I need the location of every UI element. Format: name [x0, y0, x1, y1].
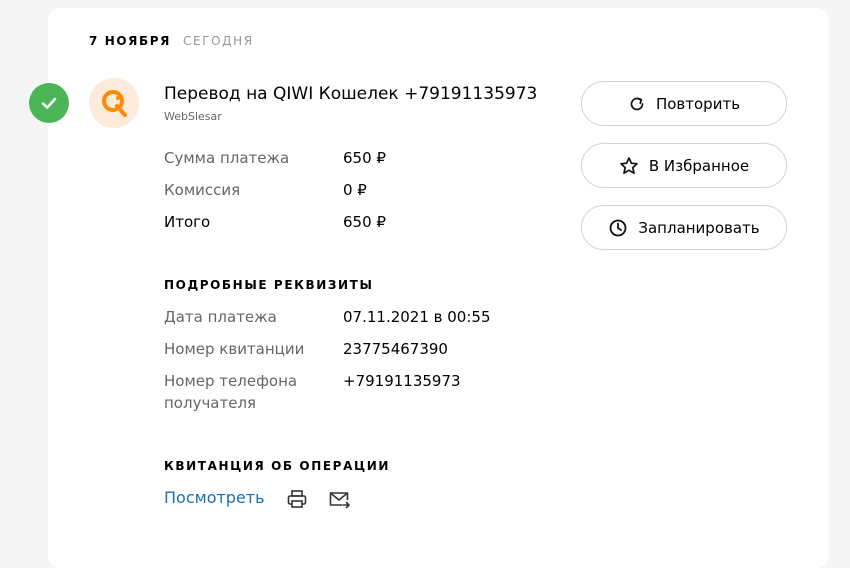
recipient-phone-value: +79191135973	[343, 372, 461, 390]
payment-date-label: Дата платежа	[164, 308, 277, 326]
star-icon	[620, 156, 638, 174]
favorite-button-label: В Избранное	[648, 156, 750, 175]
details-heading: ПОДРОБНЫЕ РЕКВИЗИТЫ	[164, 278, 374, 292]
receipt-heading: КВИТАНЦИЯ ОБ ОПЕРАЦИИ	[164, 459, 390, 473]
recipient-phone-label: Номер телефона получателя	[164, 372, 298, 412]
amount-label: Сумма платежа	[164, 149, 290, 167]
total-label: Итого	[164, 213, 211, 231]
payment-date-value: 07.11.2021 в 00:55	[343, 308, 491, 326]
schedule-button[interactable]: Запланировать	[581, 205, 787, 250]
payment-title: Перевод на QIWI Кошелек +79191135973	[164, 84, 538, 104]
amount-value: 650 ₽	[343, 149, 386, 167]
receipt-number-label: Номер квитанции	[164, 340, 305, 358]
schedule-button-label: Запланировать	[638, 218, 760, 237]
commission-label: Комиссия	[164, 181, 241, 199]
commission-value: 0 ₽	[343, 181, 367, 199]
favorite-button[interactable]: В Избранное	[581, 143, 787, 188]
check-icon	[29, 83, 69, 123]
qiwi-logo-icon	[89, 78, 139, 128]
date-relative: СЕГОДНЯ	[183, 34, 254, 48]
payment-subtitle: WebSlesar	[164, 110, 222, 123]
mail-send-icon[interactable]	[328, 488, 350, 510]
date-header: 7 НОЯБРЯ СЕГОДНЯ	[89, 34, 254, 48]
receipt-number-value: 23775467390	[343, 340, 448, 358]
date-day: 7 НОЯБРЯ	[89, 34, 171, 48]
repeat-button-label: Повторить	[655, 94, 741, 113]
repeat-icon	[630, 97, 644, 110]
printer-icon[interactable]	[286, 488, 308, 510]
view-receipt-link[interactable]: Посмотреть	[164, 488, 265, 507]
total-value: 650 ₽	[343, 213, 386, 231]
clock-icon	[609, 219, 627, 236]
repeat-button[interactable]: Повторить	[581, 81, 787, 126]
